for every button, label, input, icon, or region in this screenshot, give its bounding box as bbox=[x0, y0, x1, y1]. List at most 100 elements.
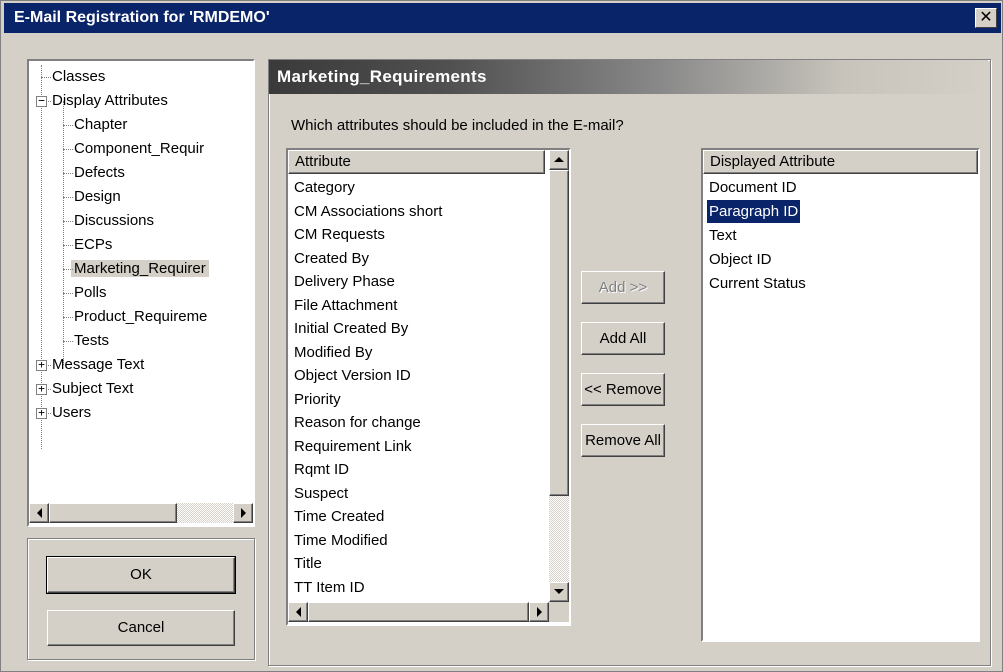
tree-connector bbox=[63, 269, 73, 270]
available-scroll-track[interactable] bbox=[549, 496, 569, 582]
available-attribute-item[interactable]: Time Created bbox=[294, 505, 384, 528]
available-vertical-scrollbar[interactable] bbox=[549, 150, 569, 602]
expand-icon[interactable]: + bbox=[36, 359, 47, 371]
tree-item-label: Tests bbox=[74, 332, 110, 349]
available-attribute-item[interactable]: Modified By bbox=[294, 341, 372, 364]
available-attribute-item[interactable]: Initial Created By bbox=[294, 317, 408, 340]
displayed-attribute-column-header[interactable]: Displayed Attribute bbox=[703, 150, 978, 174]
available-attribute-item[interactable]: Rqmt ID bbox=[294, 458, 349, 481]
expand-icon[interactable]: + bbox=[36, 383, 47, 395]
panel-title: Marketing_Requirements bbox=[269, 60, 988, 94]
email-registration-dialog: E-Mail Registration for 'RMDEMO' ✕ Class… bbox=[0, 0, 1003, 672]
tree-item-label: Marketing_Requirer bbox=[71, 260, 209, 277]
available-attribute-item[interactable]: Delivery Phase bbox=[294, 270, 395, 293]
tree-item[interactable]: Message Text bbox=[49, 353, 147, 377]
tree-scroll-track[interactable] bbox=[177, 503, 233, 523]
attributes-panel: Marketing_Requirements Which attributes … bbox=[268, 59, 991, 666]
window-title: E-Mail Registration for 'RMDEMO' bbox=[14, 9, 270, 26]
displayed-attribute-item[interactable]: Paragraph ID bbox=[707, 200, 801, 223]
available-horizontal-scrollbar[interactable] bbox=[288, 602, 549, 622]
cancel-button[interactable]: Cancel bbox=[47, 610, 235, 646]
tree-connector bbox=[63, 245, 73, 246]
displayed-attribute-item[interactable]: Object ID bbox=[709, 248, 772, 271]
tree-item[interactable]: Marketing_Requirer bbox=[71, 257, 209, 281]
displayed-attribute-item[interactable]: Document ID bbox=[709, 176, 797, 199]
scroll-left-icon[interactable] bbox=[29, 503, 49, 523]
available-attribute-item[interactable]: Reason for change bbox=[294, 411, 421, 434]
available-attribute-item[interactable]: Title bbox=[294, 552, 322, 575]
tree-item-label: Message Text bbox=[52, 356, 145, 373]
tree-item-label: Defects bbox=[74, 164, 125, 181]
remove-button[interactable]: << Remove bbox=[581, 373, 665, 406]
tree-item[interactable]: Tests bbox=[71, 329, 112, 353]
tree-horizontal-scrollbar[interactable] bbox=[29, 503, 253, 523]
available-attribute-item[interactable]: Priority bbox=[294, 388, 341, 411]
available-attribute-item[interactable]: Object Version ID bbox=[294, 364, 411, 387]
tree-content: Classes Display Attributes − Chapter Compone… bbox=[29, 61, 253, 497]
scroll-down-icon[interactable] bbox=[549, 582, 569, 602]
tree-item[interactable]: Chapter bbox=[71, 113, 130, 137]
scroll-right-icon[interactable] bbox=[529, 602, 549, 622]
tree-item-label: Polls bbox=[74, 284, 107, 301]
tree-connector bbox=[41, 77, 51, 78]
attribute-column-header[interactable]: Attribute bbox=[288, 150, 545, 174]
available-attribute-item[interactable]: Requirement Link bbox=[294, 435, 412, 458]
ok-button[interactable]: OK bbox=[46, 556, 236, 594]
tree-connector bbox=[63, 293, 73, 294]
tree-item[interactable]: Display Attributes bbox=[49, 89, 171, 113]
available-attribute-item[interactable]: Suspect bbox=[294, 482, 348, 505]
remove-all-button[interactable]: Remove All bbox=[581, 424, 665, 457]
available-attribute-item[interactable]: File Attachment bbox=[294, 294, 397, 317]
add-all-button[interactable]: Add All bbox=[581, 322, 665, 355]
tree-connector bbox=[63, 125, 73, 126]
available-attribute-item[interactable]: CM Associations short bbox=[294, 200, 442, 223]
scroll-up-icon[interactable] bbox=[549, 150, 569, 170]
tree-item[interactable]: Users bbox=[49, 401, 94, 425]
tree-item-label: Chapter bbox=[74, 116, 128, 133]
tree-item[interactable]: Classes bbox=[49, 65, 108, 89]
tree-item[interactable]: Product_Requireme bbox=[71, 305, 210, 329]
category-tree[interactable]: Classes Display Attributes − Chapter Compone… bbox=[27, 59, 255, 527]
tree-item[interactable]: Subject Text bbox=[49, 377, 136, 401]
displayed-attribute-item[interactable]: Current Status bbox=[709, 272, 806, 295]
available-hscroll-thumb[interactable] bbox=[308, 602, 529, 622]
scroll-right-icon[interactable] bbox=[233, 503, 253, 523]
tree-item[interactable]: Design bbox=[71, 185, 124, 209]
tree-connector bbox=[63, 341, 73, 342]
tree-connector bbox=[63, 149, 73, 150]
scroll-left-icon[interactable] bbox=[288, 602, 308, 622]
tree-item[interactable]: Component_Requir bbox=[71, 137, 207, 161]
tree-item[interactable]: Polls bbox=[71, 281, 110, 305]
scrollbar-corner bbox=[549, 602, 569, 622]
tree-scroll-thumb[interactable] bbox=[49, 503, 177, 523]
displayed-attribute-item[interactable]: Text bbox=[709, 224, 737, 247]
tree-child-line bbox=[63, 101, 64, 365]
tree-item[interactable]: Defects bbox=[71, 161, 128, 185]
available-attribute-item[interactable]: Category bbox=[294, 176, 355, 199]
tree-connector bbox=[63, 317, 73, 318]
tree-item-label: Users bbox=[52, 404, 92, 421]
available-scroll-thumb[interactable] bbox=[549, 170, 569, 496]
available-attribute-item[interactable]: TT Item ID bbox=[294, 576, 365, 599]
tree-item[interactable]: ECPs bbox=[71, 233, 115, 257]
tree-item-label: Component_Requir bbox=[74, 140, 205, 157]
tree-item-label: Display Attributes bbox=[52, 92, 168, 109]
tree-connector bbox=[63, 221, 73, 222]
available-attribute-item[interactable]: Created By bbox=[294, 247, 369, 270]
tree-item-label: Discussions bbox=[74, 212, 155, 229]
add-button[interactable]: Add >> bbox=[581, 271, 665, 304]
displayed-attributes-list[interactable]: Displayed Attribute Document ID Paragraph… bbox=[701, 148, 980, 642]
available-attribute-item[interactable]: CM Requests bbox=[294, 223, 385, 246]
available-attribute-item[interactable]: Time Modified bbox=[294, 529, 388, 552]
expand-icon[interactable]: + bbox=[36, 407, 47, 419]
tree-item[interactable]: Discussions bbox=[71, 209, 157, 233]
title-bar[interactable]: E-Mail Registration for 'RMDEMO' ✕ bbox=[4, 3, 1001, 33]
tree-item-label: Product_Requireme bbox=[74, 308, 208, 325]
tree-item-label: Classes bbox=[52, 68, 106, 85]
close-icon[interactable]: ✕ bbox=[975, 8, 997, 28]
tree-item-label: ECPs bbox=[74, 236, 113, 253]
available-attributes-list[interactable]: Attribute Category CM Associations short C… bbox=[286, 148, 571, 626]
collapse-icon[interactable]: − bbox=[36, 95, 47, 107]
attributes-question: Which attributes should be included in t… bbox=[291, 117, 624, 134]
tree-connector bbox=[63, 197, 73, 198]
